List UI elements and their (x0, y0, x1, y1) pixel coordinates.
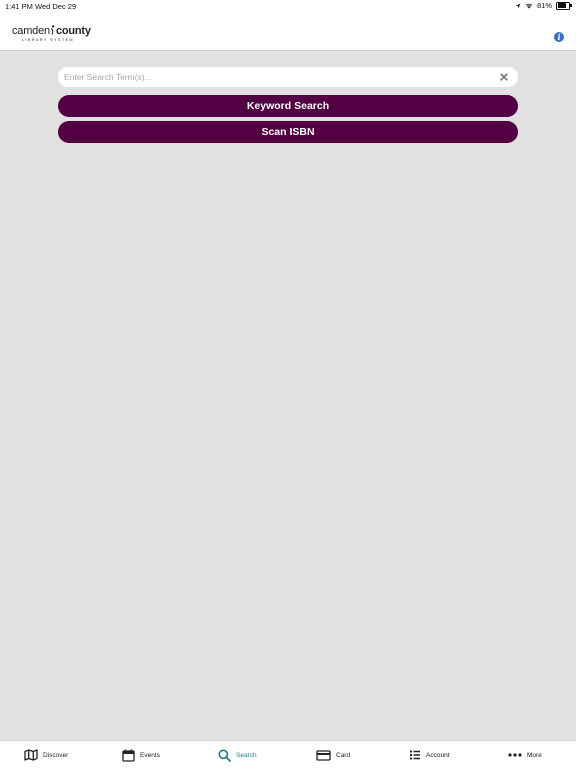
camden-county-logo[interactable]: camden county LIBRARY SYSTEM (12, 25, 91, 43)
battery-level (557, 3, 567, 8)
search-field (58, 67, 518, 87)
tab-more[interactable]: More (508, 748, 542, 762)
tab-discover[interactable]: Discover (24, 748, 68, 762)
tab-card[interactable]: Card (316, 748, 350, 762)
status-time: 1:41 PM (5, 2, 33, 11)
logo-text-county: county (55, 25, 91, 37)
tab-card-label: Card (336, 751, 351, 759)
tab-discover-label: Discover (43, 751, 69, 759)
battery-percent: 81% (536, 1, 552, 10)
card-icon (316, 749, 331, 761)
tab-events-label: Events (140, 751, 160, 759)
status-date: Wed Dec 29 (35, 2, 77, 11)
app-header: camden county LIBRARY SYSTEM i (0, 12, 576, 51)
logo-wordmark: camden county (12, 25, 91, 37)
list-icon (410, 750, 420, 760)
app-screen: 1:41 PM Wed Dec 29 81% camden county LIB… (0, 0, 576, 768)
tab-account[interactable]: Account (409, 748, 450, 762)
calendar-icon (122, 749, 135, 762)
tab-search-label: Search (236, 751, 257, 759)
bottom-tab-bar: Discover Events Search Card Account More (0, 740, 576, 768)
logo-text-camden: camden (12, 25, 50, 37)
location-arrow-icon (515, 3, 521, 8)
status-bar: 1:41 PM Wed Dec 29 81% (0, 0, 576, 12)
keyword-search-button[interactable]: Keyword Search (58, 95, 518, 117)
tab-search[interactable]: Search (218, 748, 257, 762)
tab-events[interactable]: Events (122, 748, 160, 762)
tab-more-label: More (527, 751, 542, 759)
wifi-icon (525, 3, 533, 8)
search-input[interactable] (64, 67, 484, 87)
info-icon[interactable]: i (554, 32, 564, 42)
scan-isbn-button[interactable]: Scan ISBN (58, 121, 518, 143)
status-indicators: 81% (515, 1, 572, 10)
map-icon (24, 749, 38, 761)
more-icon (508, 753, 522, 757)
clear-search-button[interactable] (498, 71, 510, 83)
tab-account-label: Account (426, 751, 450, 759)
close-icon (500, 73, 508, 81)
search-icon (218, 749, 231, 762)
battery-icon (556, 1, 572, 10)
logo-subtitle: LIBRARY SYSTEM (22, 38, 75, 42)
